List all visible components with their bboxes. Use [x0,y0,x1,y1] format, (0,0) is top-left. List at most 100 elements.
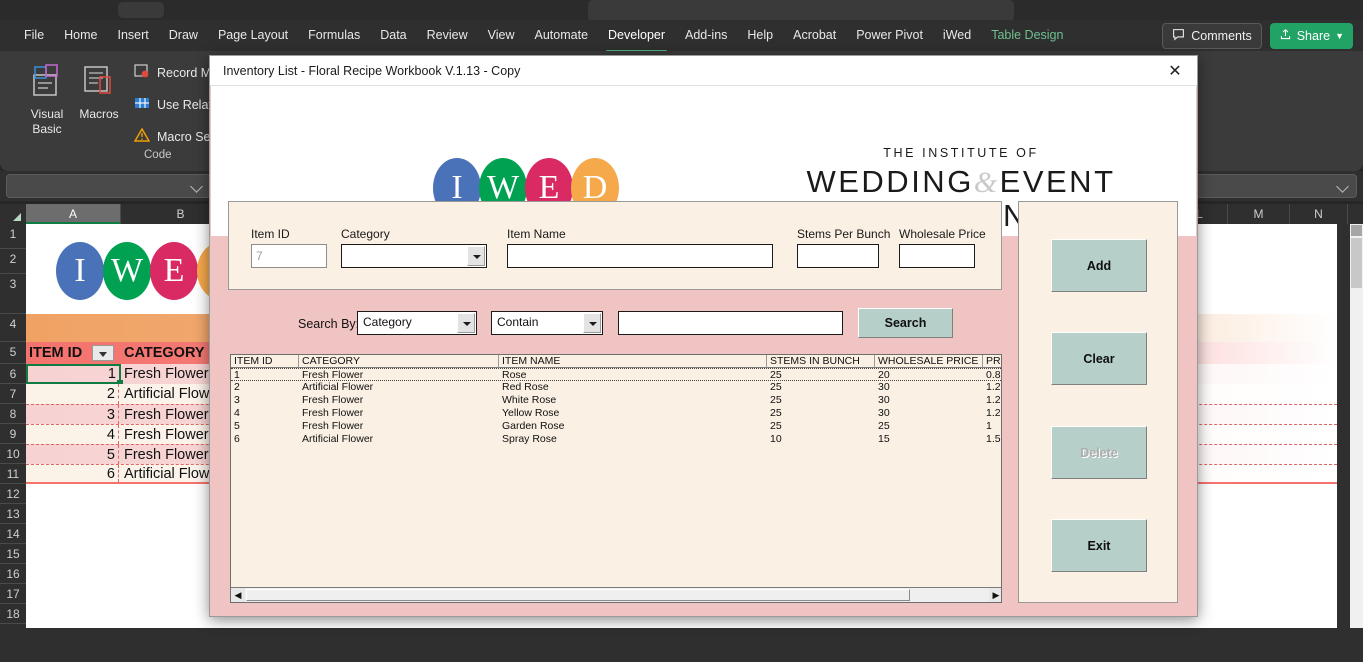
text: Fresh Flower [302,394,364,406]
comments-button[interactable]: Comments [1162,22,1262,49]
row-header-11[interactable]: 11 [0,464,26,484]
scroll-thumb[interactable] [1351,238,1362,288]
ribbon-tab-insert[interactable]: Insert [108,24,159,47]
clear-button[interactable]: Clear [1051,332,1147,385]
results-scroll-left-icon[interactable]: ◀ [231,588,245,602]
ribbon-tab-home[interactable]: Home [54,24,107,47]
table-row[interactable]: 5 Fresh Flower Garden Rose 25 25 1 [231,420,1001,433]
item-name-input[interactable] [507,244,773,268]
add-button[interactable]: Add [1051,239,1147,292]
column-header-n[interactable]: N [1290,204,1348,224]
ribbon-tab-review[interactable]: Review [417,24,478,47]
exit-button[interactable]: Exit [1051,519,1147,572]
ribbon-tab-data[interactable]: Data [370,24,416,47]
wholesale-price-input[interactable] [899,244,975,268]
text: 6 [106,465,115,482]
text: STEMS IN BUNCH [770,355,860,367]
row-header-13[interactable]: 13 [0,504,26,524]
row-header-17[interactable]: 17 [0,584,26,604]
row-header-18[interactable]: 18 [0,604,26,624]
row-header-12[interactable]: 12 [0,484,26,504]
results-header-item-id[interactable]: ITEM ID [231,355,299,368]
macros-button[interactable]: Macros [68,61,130,122]
row-header-4[interactable]: 4 [0,314,26,342]
ribbon-tab-power-pivot[interactable]: Power Pivot [846,24,933,47]
table-row[interactable]: 3 Fresh Flower White Rose 25 30 1.2 [231,394,1001,407]
text: ITEM ID [29,345,83,361]
row-header-15[interactable]: 15 [0,544,26,564]
ribbon-tab-file[interactable]: File [14,24,54,47]
share-button[interactable]: Share ▼ [1269,22,1353,49]
chevron-down-icon[interactable] [583,313,601,333]
chevron-down-icon[interactable] [1336,180,1349,193]
column-header-m[interactable]: M [1228,204,1290,224]
table-row[interactable]: 1 Fresh Flower Rose 25 20 0.8 [231,368,1001,381]
results-header-item-name[interactable]: ITEM NAME [499,355,767,368]
ribbon-tab-draw[interactable]: Draw [159,24,208,47]
chevron-down-icon[interactable] [457,313,475,333]
row-header-5[interactable]: 5 [0,342,26,364]
row-header-2[interactable]: 2 [0,249,26,274]
cell-wholesale: 25 [878,420,890,433]
dialog-title-bar[interactable]: Inventory List - Floral Recipe Workbook … [210,56,1197,86]
select-all-corner[interactable] [0,204,26,224]
chevron-down-icon[interactable] [190,180,203,193]
cell-category: Fresh Flower [302,407,363,420]
row-header-1[interactable]: 1 [0,224,26,249]
name-box[interactable] [6,174,211,198]
table-row[interactable]: 6 Artificial Flower Spray Rose 10 15 1.5 [231,433,1001,446]
row-header-10[interactable]: 10 [0,444,26,464]
results-horizontal-scrollbar[interactable]: ◀ ▶ [231,587,1001,602]
chevron-down-icon[interactable]: ▼ [1335,31,1344,41]
ribbon-tab-formulas[interactable]: Formulas [298,24,370,47]
ribbon-tab-table-design[interactable]: Table Design [981,24,1073,47]
results-header-wholesale[interactable]: WHOLESALE PRICE [875,355,983,368]
close-icon[interactable]: ✕ [1153,56,1197,86]
results-scroll-right-icon[interactable]: ▶ [989,588,1001,602]
delete-button[interactable]: Delete [1051,426,1147,479]
row-header-9[interactable]: 9 [0,424,26,444]
row-header-3[interactable]: 3 [0,274,26,314]
chevron-down-icon[interactable] [467,246,485,266]
vertical-scrollbar[interactable] [1350,224,1363,628]
results-header-stems[interactable]: STEMS IN BUNCH [767,355,875,368]
row-label: 1 [9,227,17,241]
autofilter-dropdown-icon[interactable] [92,345,114,361]
search-box-ghost[interactable] [588,0,1014,22]
comments-label: Comments [1191,28,1252,43]
column-label: A [68,207,77,221]
ribbon-tab-help[interactable]: Help [737,24,783,47]
row-label: 14 [6,527,20,541]
row-header-16[interactable]: 16 [0,564,26,584]
search-operator-select[interactable]: Contain [491,311,603,335]
row-header-14[interactable]: 14 [0,524,26,544]
results-scroll-thumb[interactable] [246,589,910,601]
search-term-input[interactable] [618,311,843,335]
ribbon-tab-label: Formulas [308,28,361,42]
results-header-price[interactable]: PR [983,355,1001,368]
text: Rose [502,369,527,381]
search-button[interactable]: Search [858,308,953,338]
window-title-bar [0,0,1363,22]
item-id-input[interactable]: 7 [251,244,327,268]
search-field-select[interactable]: Category [357,311,477,335]
ribbon-tab-iwed[interactable]: iWed [933,24,981,47]
row-header-7[interactable]: 7 [0,384,26,404]
ribbon-tab-acrobat[interactable]: Acrobat [783,24,846,47]
stems-per-bunch-input[interactable] [797,244,879,268]
table-row[interactable]: 2 Artificial Flower Red Rose 25 30 1.2 [231,381,1001,394]
ribbon-tab-developer[interactable]: Developer [598,24,675,52]
ribbon-tab-page-layout[interactable]: Page Layout [208,24,298,47]
inventory-results-list[interactable]: ITEM ID CATEGORY ITEM NAME STEMS IN BUNC… [230,354,1002,603]
results-header-category[interactable]: CATEGORY [299,355,499,368]
column-header-a[interactable]: A [26,204,121,224]
ribbon-tab-automate[interactable]: Automate [525,24,599,47]
row-header-6[interactable]: 6 [0,364,26,384]
row-header-8[interactable]: 8 [0,404,26,424]
scroll-up-arrow[interactable] [1351,225,1362,236]
table-row[interactable]: 4 Fresh Flower Yellow Rose 25 30 1.2 [231,407,1001,420]
ribbon-tab-add-ins[interactable]: Add-ins [675,24,737,47]
text: PR [986,355,1001,367]
ribbon-tab-view[interactable]: View [478,24,525,47]
category-select[interactable] [341,244,487,268]
